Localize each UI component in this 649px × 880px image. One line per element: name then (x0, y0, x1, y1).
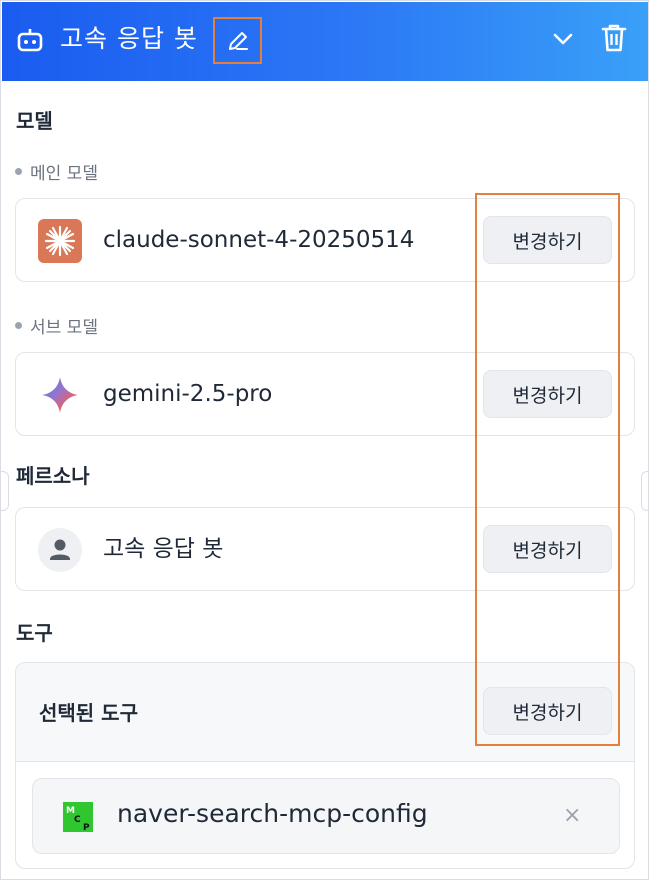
edit-title-button[interactable] (213, 17, 262, 64)
sub-model-label: 서브 모델 (15, 313, 98, 338)
main-model-label-text: 메인 모델 (30, 164, 98, 184)
mcp-icon: M C P (63, 802, 93, 832)
change-tools-button[interactable]: 변경하기 (483, 687, 612, 735)
change-sub-model-button[interactable]: 변경하기 (483, 370, 612, 418)
sub-model-name: gemini-2.5-pro (103, 381, 273, 407)
sub-model-card: gemini-2.5-pro 변경하기 (15, 352, 635, 436)
tools-section-label: 도구 (16, 621, 53, 645)
gemini-logo-icon (42, 377, 78, 413)
pencil-icon (228, 31, 248, 50)
main-model-card: claude-sonnet-4-20250514 변경하기 (15, 198, 635, 282)
sub-model-label-text: 서브 모델 (30, 318, 98, 338)
tool-item: M C P naver-search-mcp-config × (32, 778, 620, 854)
svg-text:P: P (83, 823, 90, 832)
robot-icon (17, 29, 43, 52)
persona-section-label: 페르소나 (16, 464, 90, 488)
persona-name: 고속 응답 봇 (103, 536, 224, 562)
trash-icon[interactable] (600, 22, 628, 54)
bullet-dot (15, 168, 22, 175)
svg-text:C: C (74, 815, 81, 825)
chevron-down-icon[interactable] (550, 26, 576, 52)
change-persona-button[interactable]: 변경하기 (483, 525, 612, 573)
right-resize-handle[interactable] (641, 471, 648, 511)
panel-header: 고속 응답 봇 (2, 2, 648, 81)
bot-title: 고속 응답 봇 (60, 24, 198, 53)
tool-name: naver-search-mcp-config (117, 799, 428, 828)
bot-settings-panel: 고속 응답 봇 모델 메인 모델 claude-sonnet-4-2025051… (0, 0, 649, 880)
remove-tool-button[interactable]: × (563, 803, 581, 829)
person-icon (38, 528, 82, 572)
main-model-name: claude-sonnet-4-20250514 (103, 227, 415, 253)
persona-card: 고속 응답 봇 변경하기 (15, 507, 635, 591)
selected-tools-title: 선택된 도구 (39, 701, 138, 725)
claude-logo-icon (38, 219, 82, 263)
left-resize-handle[interactable] (1, 471, 9, 511)
main-model-label: 메인 모델 (15, 159, 98, 184)
change-main-model-button[interactable]: 변경하기 (483, 216, 612, 264)
model-section-label: 모델 (16, 109, 53, 133)
tools-card: 선택된 도구 변경하기 M C P naver-search-mcp-confi… (15, 662, 635, 869)
bullet-dot (15, 322, 22, 329)
